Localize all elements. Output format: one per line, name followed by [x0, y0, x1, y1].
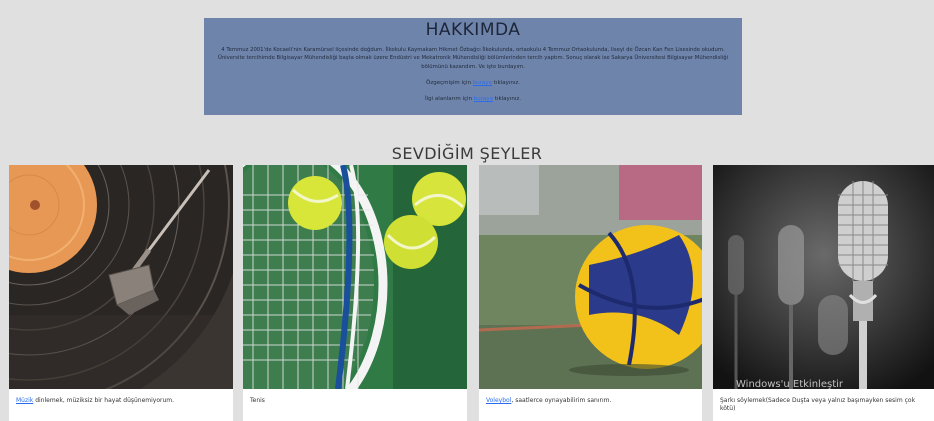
card-music: Müzik dinlemek, müziksiz bir hayat düşün…: [9, 165, 233, 421]
card-singing-caption: Şarkı söylemek(Sadece Duşta veya yalnız …: [720, 397, 928, 413]
about-section: HAKKIMDA 4 Temmuz 2001'de Kocaeli'nin Ka…: [204, 18, 742, 115]
singing-text: Şarkı söylemek(Sadece Duşta veya yalnız …: [720, 397, 916, 412]
tennis-balls-image: [243, 165, 467, 389]
card-volleyball: Voleybol, saatlerce oynayabilirim sanırı…: [479, 165, 702, 421]
tennis-text: Tenis: [250, 397, 265, 404]
card-volleyball-caption: Voleybol, saatlerce oynayabilirim sanırı…: [486, 397, 696, 405]
microphone-image: [713, 165, 934, 389]
card-tennis: Tenis: [243, 165, 467, 421]
card-tennis-caption: Tenis: [250, 397, 461, 405]
card-music-caption: Müzik dinlemek, müziksiz bir hayat düşün…: [16, 397, 227, 405]
interests-prefix: İlgi alanlarım için: [425, 96, 474, 103]
interests-line: İlgi alanlarım için buraya tıklayınız.: [212, 95, 734, 103]
cv-prefix: Özgeçmişim için: [425, 80, 473, 87]
interests-suffix: tıklayınız.: [493, 96, 521, 103]
section-title: SEVDİĞİM ŞEYLER: [391, 144, 543, 163]
cv-suffix: tıklayınız.: [492, 80, 520, 87]
volleyball-link[interactable]: Voleybol: [486, 397, 511, 404]
vinyl-record-image: [9, 165, 233, 389]
volleyball-text: , saatlerce oynayabilirim sanırım.: [511, 397, 612, 404]
volleyball-image: [479, 165, 702, 389]
windows-activation-watermark: Windows'u Etkinleştir: [736, 379, 844, 390]
cv-link[interactable]: buraya: [473, 80, 492, 86]
cv-line: Özgeçmişim için buraya tıklayınız.: [212, 79, 734, 87]
interests-link[interactable]: buraya: [474, 96, 493, 102]
about-title: HAKKIMDA: [425, 20, 521, 40]
about-bio: 4 Temmuz 2001'de Kocaeli'nin Karamürsel …: [217, 47, 729, 70]
music-text: dinlemek, müziksiz bir hayat düşünemiyor…: [33, 397, 175, 404]
music-link[interactable]: Müzik: [16, 397, 33, 404]
